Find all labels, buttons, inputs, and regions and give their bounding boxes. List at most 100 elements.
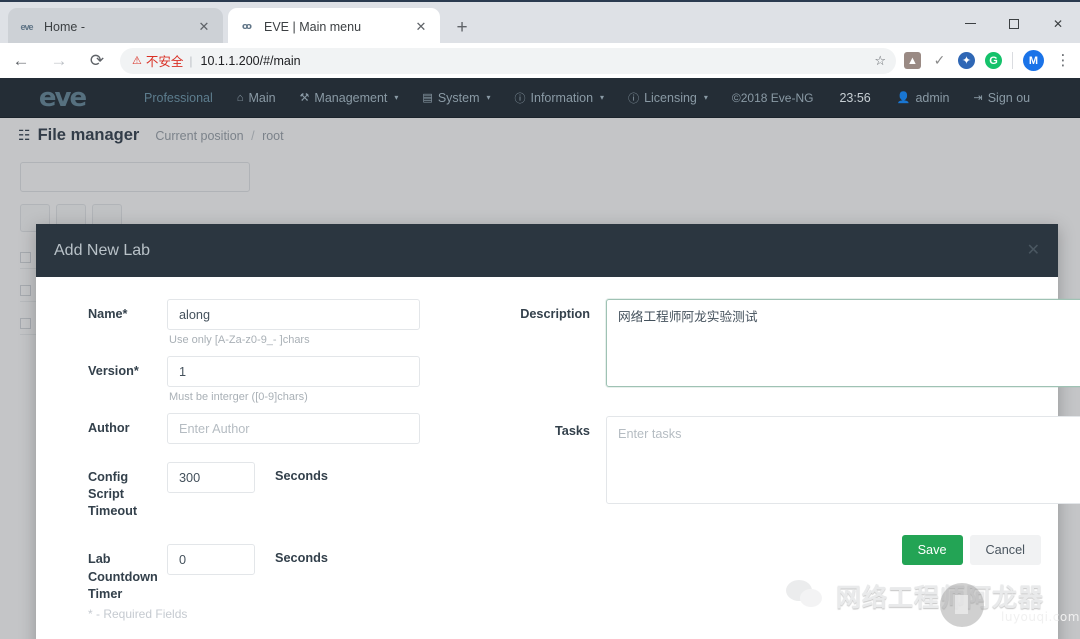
eve-favicon: eve <box>20 21 33 32</box>
eve-logo[interactable]: eve <box>22 82 102 114</box>
nav-item-signout[interactable]: ⇥ Sign ou <box>961 91 1042 105</box>
user-icon: 👤 <box>896 92 911 104</box>
nav-item-system[interactable]: ▤ System ▾ <box>410 91 502 105</box>
nav-item-main[interactable]: ⌂ Main <box>225 91 288 105</box>
clock-label: 23:56 <box>839 90 871 105</box>
eve-favicon: ꚙ <box>242 21 252 31</box>
chevron-down-icon: ▾ <box>394 93 399 102</box>
save-button[interactable]: Save <box>901 535 963 565</box>
chevron-down-icon: ▾ <box>600 93 605 102</box>
nav-item-professional[interactable]: Professional <box>132 91 225 105</box>
browser-tab-eve-main-menu[interactable]: ꚙ EVE | Main menu ✕ <box>228 8 440 45</box>
screen: eve Home - ✕ ꚙ EVE | Main menu ✕ + ✕ ← →… <box>0 0 1080 639</box>
modal-body: Name* Use only [A-Za-z0-9_- ]chars Versi… <box>36 277 1080 639</box>
modal-button-row: Save Cancel <box>501 535 1058 565</box>
nav-label: Licensing <box>644 90 697 105</box>
toolbar-divider <box>1012 52 1013 69</box>
grammarly-extension-icon[interactable]: G <box>985 52 1002 69</box>
tab-title: Home - <box>44 19 85 34</box>
field-row-name: Name* Use only [A-Za-z0-9_- ]chars <box>36 299 501 346</box>
book-icon: ▤ <box>422 92 433 104</box>
version-input[interactable] <box>167 356 420 387</box>
field-row-tasks: Tasks <box>501 416 1080 509</box>
new-tab-button[interactable]: + <box>450 15 474 39</box>
watermark-badge <box>940 583 984 627</box>
config-script-timeout-label: Config Script Timeout <box>88 470 138 519</box>
tab-close-icon[interactable]: ✕ <box>412 18 430 36</box>
tasks-label: Tasks <box>554 424 590 438</box>
close-icon[interactable]: ✕ <box>1027 242 1040 259</box>
checkmark-extension-icon[interactable]: ✓ <box>931 52 948 69</box>
browser-menu-icon[interactable]: ⋮ <box>1054 53 1072 68</box>
lab-countdown-timer-label: Lab Countdown Timer <box>88 552 158 601</box>
description-textarea[interactable] <box>606 299 1080 387</box>
nav-label: admin <box>915 90 950 105</box>
browser-tab-home[interactable]: eve Home - ✕ <box>8 8 223 45</box>
tasks-wrapper <box>606 416 1080 509</box>
tasks-textarea[interactable] <box>606 416 1080 504</box>
name-hint: Use only [A-Za-z0-9_- ]chars <box>169 334 310 346</box>
modal-title: Add New Lab <box>54 241 151 259</box>
config-script-timeout-input[interactable] <box>167 462 255 493</box>
field-row-description: Description G <box>501 299 1080 392</box>
field-row-author: Author <box>36 413 501 444</box>
lab-countdown-timer-input[interactable] <box>167 544 255 576</box>
reload-icon[interactable]: ⟳ <box>80 44 114 78</box>
nav-label: Main <box>248 90 276 105</box>
nav-label: Professional <box>144 90 213 105</box>
nav-item-information[interactable]: ⓘ Information ▾ <box>503 90 617 106</box>
signout-icon: ⇥ <box>973 92 983 104</box>
pdf-extension-icon[interactable]: ▲ <box>904 52 921 69</box>
version-hint: Must be interger ([0-9]chars) <box>169 391 308 403</box>
copyright-label: ©2018 Eve-NG <box>731 90 814 105</box>
nav-label: System <box>437 90 480 105</box>
warning-triangle-icon: ⚠ <box>132 55 142 67</box>
eve-navbar: eve Professional ⌂ Main ⚒ Management ▾ ▤… <box>0 78 1080 118</box>
window-close-button[interactable]: ✕ <box>1036 2 1080 45</box>
nav-item-management[interactable]: ⚒ Management ▾ <box>288 91 411 105</box>
version-label: Version* <box>88 364 139 378</box>
tab-close-icon[interactable]: ✕ <box>195 18 213 36</box>
description-wrapper: G <box>606 299 1080 392</box>
url-text: 10.1.1.200/#/main <box>200 53 301 68</box>
profile-avatar[interactable]: M <box>1023 50 1044 71</box>
name-label: Name* <box>88 307 128 321</box>
nav-label: Management <box>314 90 388 105</box>
nav-item-licensing[interactable]: ⓘ Licensing ▾ <box>616 90 720 106</box>
nav-label: Sign ou <box>987 90 1031 105</box>
forward-icon[interactable]: → <box>42 44 76 78</box>
back-icon[interactable]: ← <box>4 44 38 78</box>
field-row-lab-countdown-timer: Lab Countdown Timer Seconds <box>36 544 501 602</box>
watermark-site: luyouqi.com <box>1001 610 1080 624</box>
modal-header: Add New Lab ✕ <box>36 224 1058 277</box>
author-label: Author <box>88 421 130 435</box>
chevron-down-icon: ▾ <box>486 93 491 102</box>
tab-title: EVE | Main menu <box>264 19 362 34</box>
window-controls: ✕ <box>948 2 1080 45</box>
eve-ng-application: eve Professional ⌂ Main ⚒ Management ▾ ▤… <box>0 78 1080 639</box>
browser-tab-strip: eve Home - ✕ ꚙ EVE | Main menu ✕ + ✕ <box>0 0 1080 45</box>
config-script-timeout-unit: Seconds <box>275 469 328 483</box>
address-bar[interactable]: ⚠ 不安全 | 10.1.1.200/#/main ☆ <box>120 47 896 74</box>
info-icon: ⓘ <box>514 92 526 105</box>
window-maximize-button[interactable] <box>992 2 1036 45</box>
field-row-config-script-timeout: Config Script Timeout Seconds <box>36 462 501 520</box>
blue-extension-icon[interactable]: ✦ <box>958 52 975 69</box>
modal-right-column: Description G Tasks <box>501 299 1080 519</box>
omnibox-separator: | <box>189 53 193 68</box>
bookmark-star-icon[interactable]: ☆ <box>874 53 886 69</box>
extension-icons: ▲ ✓ ✦ G M ⋮ <box>904 50 1080 71</box>
security-status-label: 不安全 <box>145 55 184 69</box>
nav-item-user[interactable]: 👤 admin <box>885 91 962 105</box>
description-label: Description <box>520 307 590 321</box>
cancel-button[interactable]: Cancel <box>969 535 1041 565</box>
window-minimize-button[interactable] <box>948 2 992 45</box>
required-fields-note: * - Required Fields <box>88 607 188 621</box>
modal-left-column: Name* Use only [A-Za-z0-9_- ]chars Versi… <box>36 299 501 613</box>
wrench-icon: ⚒ <box>299 92 310 104</box>
nav-label: Information <box>530 90 594 105</box>
info-icon: ⓘ <box>628 92 640 105</box>
chevron-down-icon: ▾ <box>703 93 708 102</box>
name-input[interactable] <box>167 299 420 330</box>
author-input[interactable] <box>167 413 420 444</box>
